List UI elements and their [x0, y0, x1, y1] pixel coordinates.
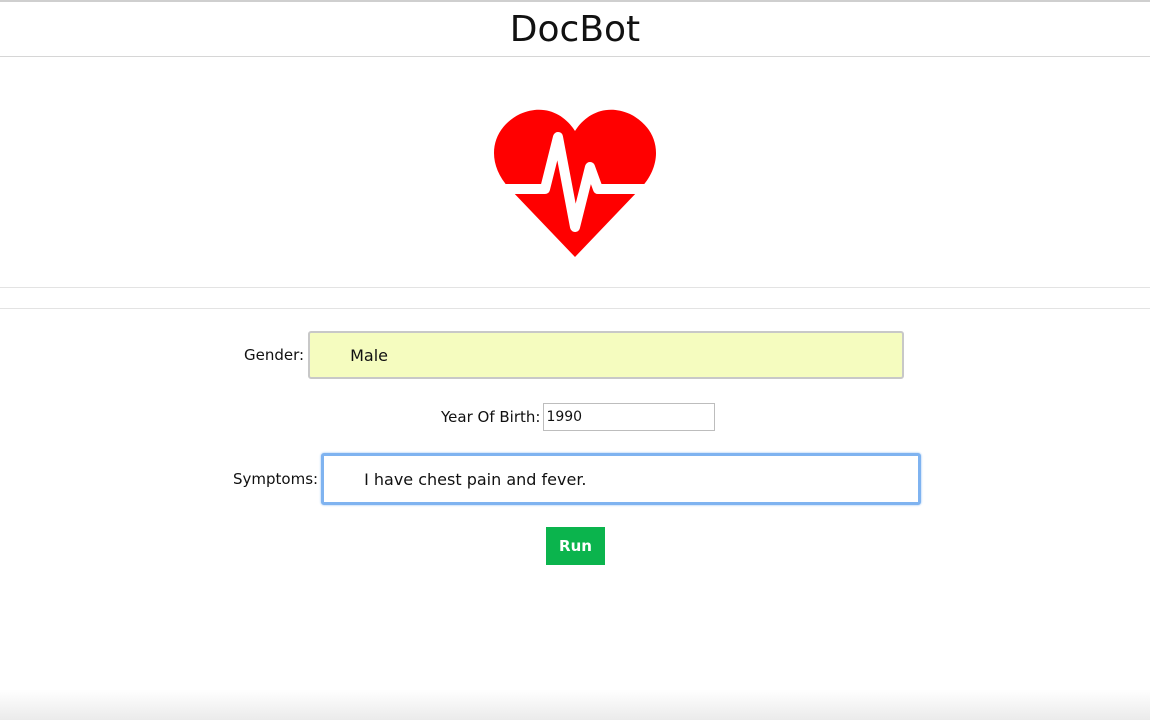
gender-value: Male	[350, 345, 388, 365]
page-title: DocBot	[509, 8, 641, 50]
year-of-birth-input[interactable]: 1990	[543, 403, 716, 431]
symptoms-value: I have chest pain and fever.	[364, 469, 587, 489]
year-row: Year Of Birth: 1990	[441, 403, 716, 431]
symptoms-row: Symptoms: I have chest pain and fever.	[233, 453, 922, 505]
gender-row: Gender: Male	[244, 330, 905, 380]
run-button[interactable]: Run	[546, 527, 605, 565]
symptoms-input[interactable]: I have chest pain and fever.	[321, 453, 922, 505]
logo-section	[0, 57, 1150, 288]
gender-label: Gender:	[244, 346, 305, 364]
header: DocBot	[0, 2, 1150, 57]
section-divider	[0, 308, 1150, 309]
heart-pulse-icon	[490, 109, 660, 258]
symptoms-label: Symptoms:	[233, 470, 319, 488]
year-of-birth-value: 1990	[546, 409, 583, 425]
year-of-birth-label: Year Of Birth:	[441, 408, 541, 426]
gender-select[interactable]: Male	[308, 331, 905, 379]
bottom-shade	[0, 690, 1150, 720]
